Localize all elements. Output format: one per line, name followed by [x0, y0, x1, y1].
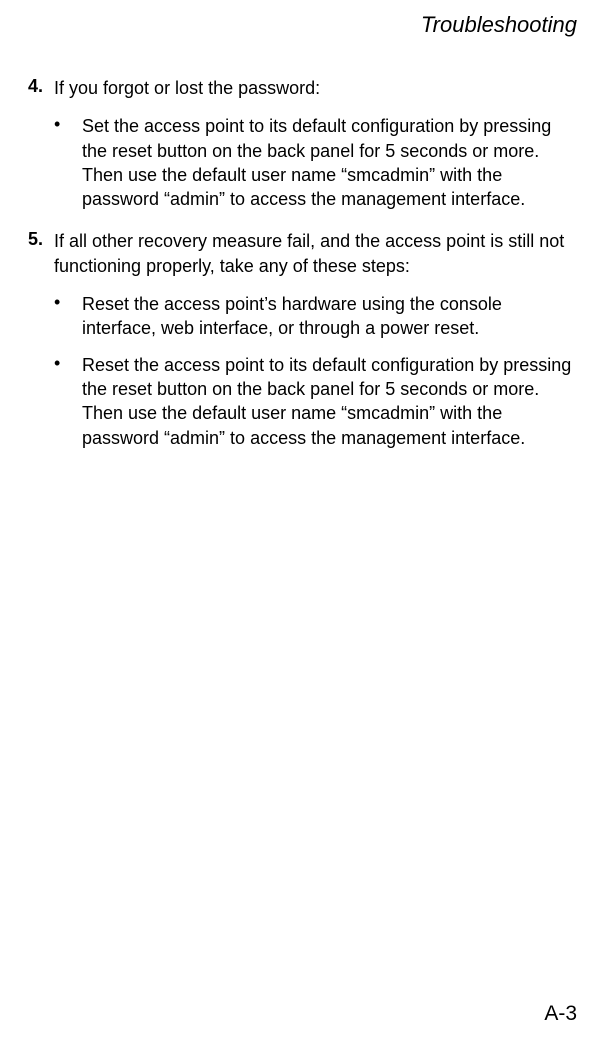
list-item: 5. If all other recovery measure fail, a… [28, 229, 577, 278]
bullet-text: Set the access point to its default conf… [82, 114, 577, 211]
bullet-icon: • [54, 114, 82, 211]
bullet-item: • Reset the access point to its default … [54, 353, 577, 450]
bullet-icon: • [54, 292, 82, 341]
page-number: A-3 [544, 1002, 577, 1026]
item-number: 4. [28, 76, 54, 100]
bullet-text: Reset the access point’s hardware using … [82, 292, 577, 341]
list-item: 4. If you forgot or lost the password: [28, 76, 577, 100]
item-text: If all other recovery measure fail, and … [54, 229, 577, 278]
item-number: 5. [28, 229, 54, 278]
bullet-text: Reset the access point to its default co… [82, 353, 577, 450]
item-text: If you forgot or lost the password: [54, 76, 320, 100]
bullet-icon: • [54, 353, 82, 450]
bullet-item: • Set the access point to its default co… [54, 114, 577, 211]
bullet-item: • Reset the access point’s hardware usin… [54, 292, 577, 341]
page-header-title: Troubleshooting [28, 12, 577, 38]
